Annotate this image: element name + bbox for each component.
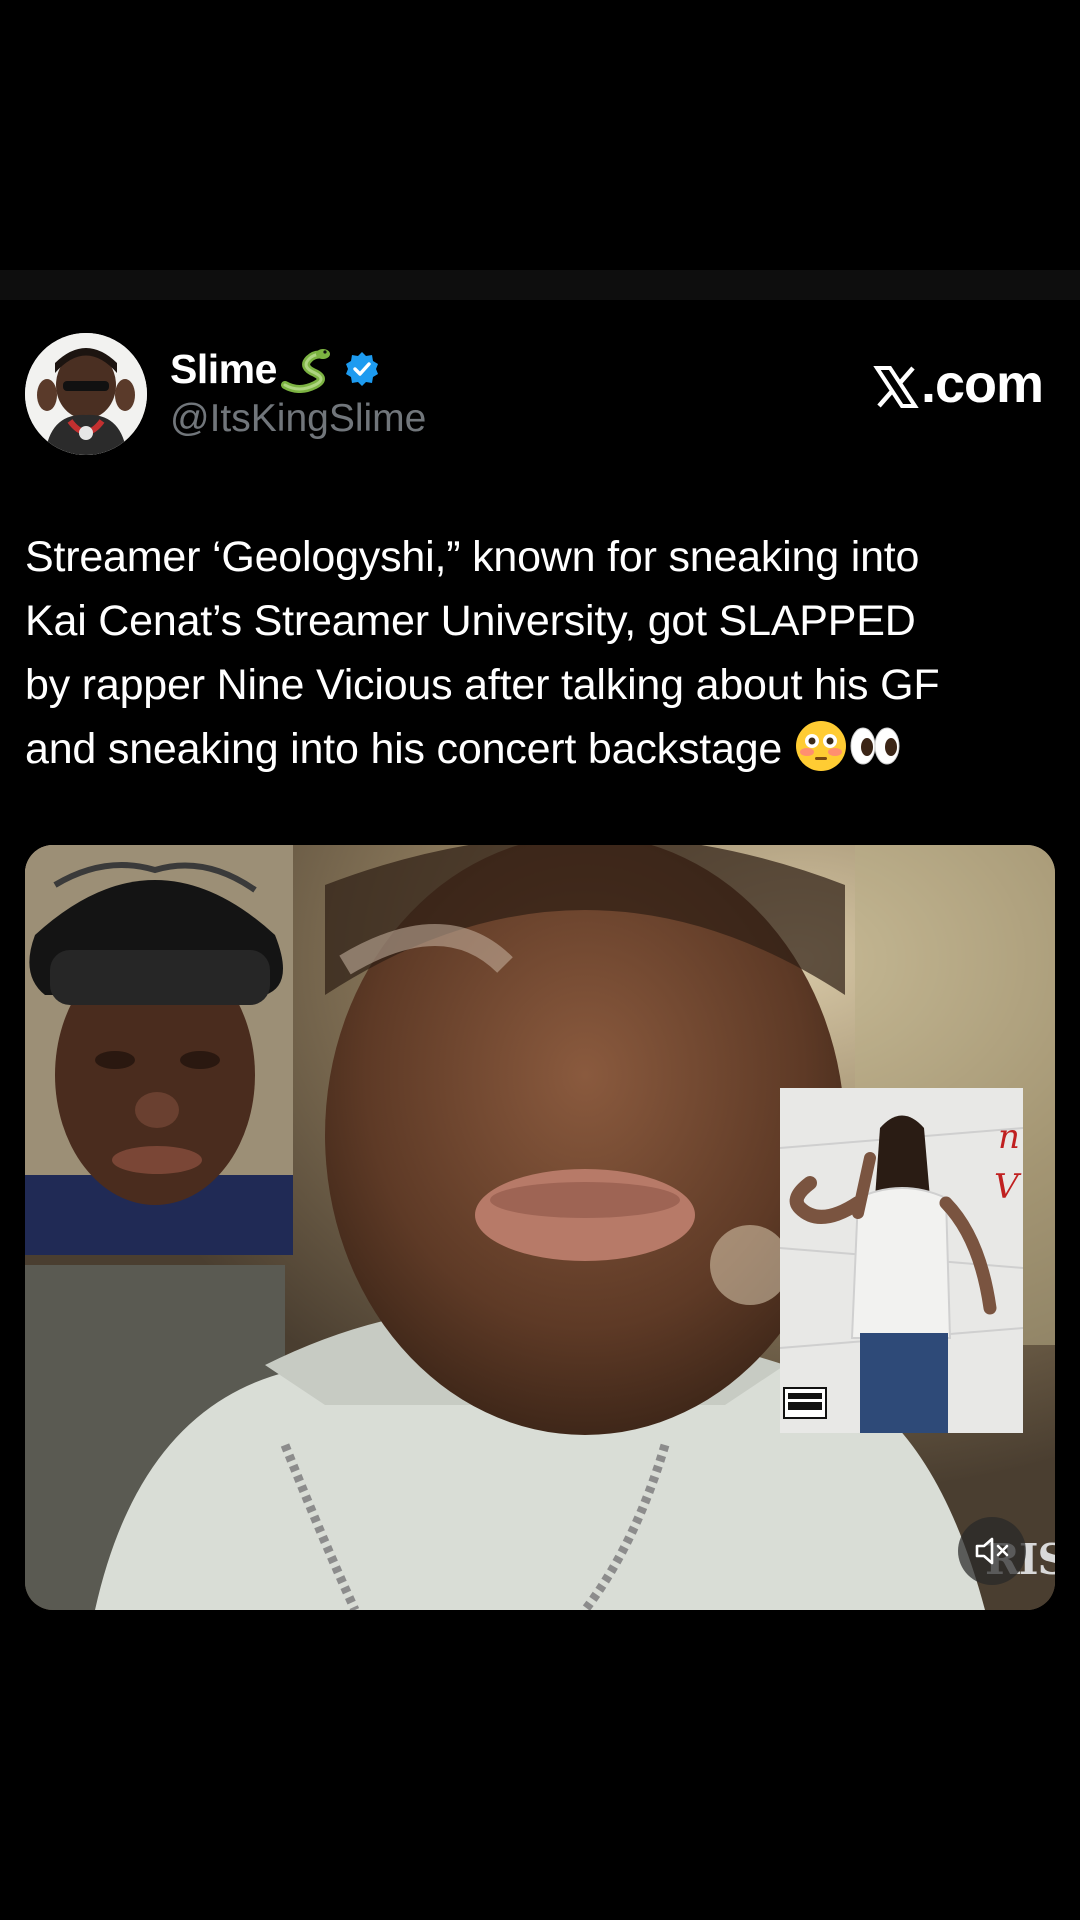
post-video[interactable]: n V RIS (25, 845, 1055, 1610)
x-logo-icon (873, 361, 919, 408)
mute-toggle-button[interactable] (958, 1517, 1026, 1585)
verified-badge-icon (343, 350, 381, 388)
svg-text:n: n (998, 1117, 1020, 1157)
post-text: Streamer ‘Geologyshi,” known for sneakin… (25, 525, 1065, 781)
album-cover-inset-image: n V (780, 1088, 1023, 1433)
avatar[interactable] (25, 333, 147, 455)
brand-text: .com (920, 354, 1044, 414)
author-name-row[interactable]: Slime (170, 345, 381, 393)
brand-label: .com (873, 353, 1044, 415)
flushed-face-emoji (794, 719, 848, 773)
svg-text:V: V (994, 1167, 1022, 1207)
avatar-image (25, 333, 147, 455)
eyes-emoji (848, 719, 902, 773)
author-handle[interactable]: @ItsKingSlime (170, 397, 426, 441)
speaker-muted-icon (975, 1537, 1009, 1565)
post-header: Slime @ItsKingSlime .com (25, 333, 1055, 457)
snake-emoji (279, 345, 331, 393)
top-divider (0, 270, 1080, 300)
streamer-inset-image (25, 845, 293, 1255)
display-name[interactable]: Slime (170, 346, 277, 393)
